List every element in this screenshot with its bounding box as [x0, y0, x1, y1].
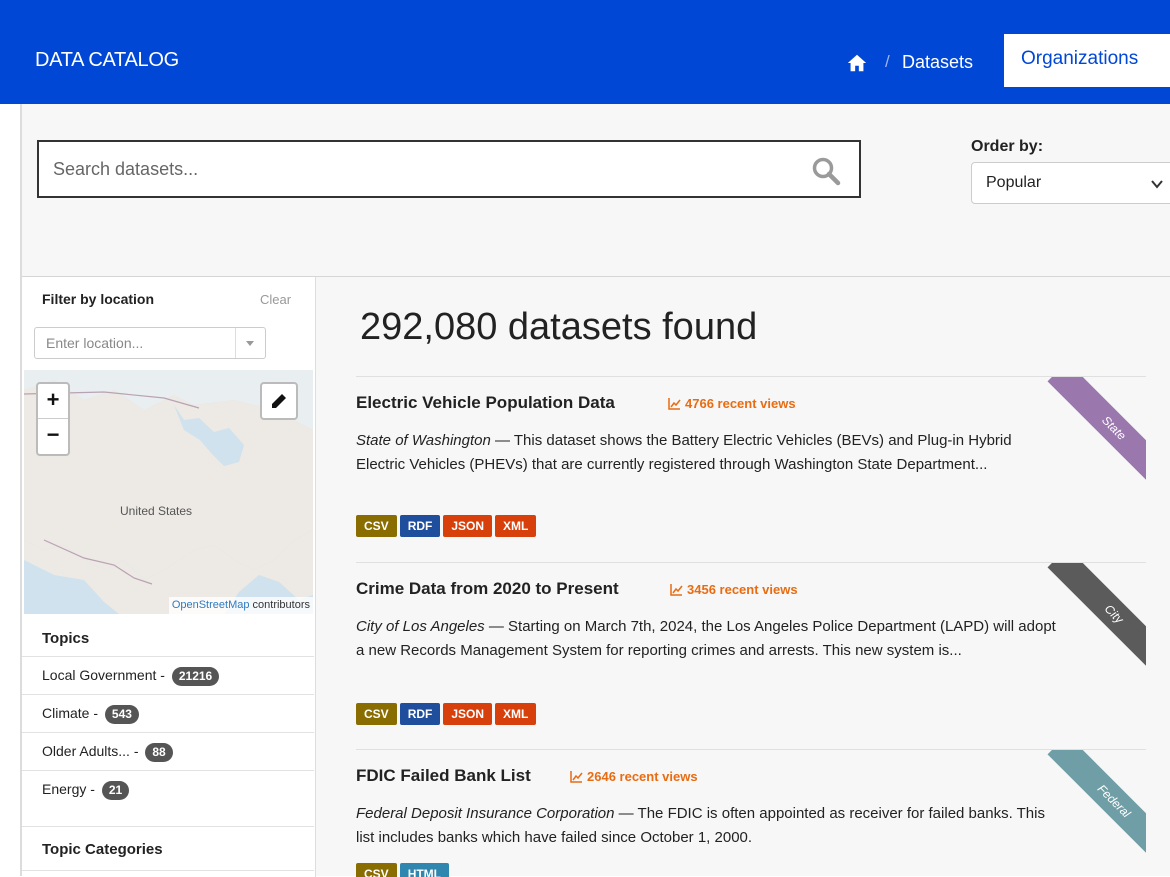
search-icon[interactable]	[811, 156, 841, 186]
topic-label: Local Government -	[42, 667, 169, 683]
dataset-organization[interactable]: State of Washington	[356, 432, 491, 449]
main-content: Search datasets... Order by: Popular Fil…	[20, 104, 1170, 877]
ribbon-label: City	[1047, 563, 1146, 681]
jurisdiction-ribbon: Federal	[1026, 750, 1146, 870]
tab-organizations-label: Organizations	[1021, 48, 1139, 69]
format-tags: CSV RDF JSON XML	[356, 515, 539, 537]
filter-location-heading: Filter by location	[42, 291, 155, 307]
jurisdiction-ribbon: State	[1026, 377, 1146, 497]
chevron-down-icon	[1151, 180, 1163, 189]
site-brand[interactable]: DATA CATALOG	[35, 49, 179, 72]
order-by-select[interactable]: Popular	[971, 162, 1170, 204]
topic-label: Older Adults... -	[42, 743, 143, 759]
dataset-card: Electric Vehicle Population Data 4766 re…	[356, 376, 1146, 563]
openstreetmap-link[interactable]: OpenStreetMap	[172, 599, 250, 611]
order-by-label: Order by:	[971, 138, 1044, 155]
format-tag-rdf[interactable]: RDF	[399, 703, 441, 725]
sidebar-divider	[22, 826, 314, 827]
trend-chart-icon	[668, 398, 681, 410]
dataset-title-link[interactable]: Electric Vehicle Population Data	[356, 393, 615, 413]
topic-categories-heading: Topic Categories	[42, 841, 163, 858]
format-tag-rdf[interactable]: RDF	[399, 515, 441, 537]
format-tag-csv[interactable]: CSV	[356, 515, 397, 537]
dataset-organization[interactable]: City of Los Angeles	[356, 618, 485, 635]
topic-label: Climate -	[42, 705, 102, 721]
pencil-icon	[272, 394, 286, 408]
dataset-title-link[interactable]: Crime Data from 2020 to Present	[356, 579, 619, 599]
topic-count-badge: 88	[145, 742, 173, 762]
breadcrumb-datasets[interactable]: Datasets	[902, 52, 973, 73]
clear-location-link[interactable]: Clear	[260, 292, 291, 307]
topic-item[interactable]: Energy - 21	[22, 770, 314, 808]
format-tag-html[interactable]: HTML	[399, 863, 450, 877]
format-tag-csv[interactable]: CSV	[356, 703, 397, 725]
dropdown-arrow-icon[interactable]	[235, 328, 265, 358]
map-zoom-control: + −	[36, 382, 70, 456]
location-map[interactable]: + − United States OpenStreetMap contribu…	[24, 370, 313, 614]
top-navbar: DATA CATALOG / Datasets Organizations	[0, 0, 1170, 104]
draw-area-button[interactable]	[260, 382, 298, 420]
map-attribution-text: contributors	[249, 599, 310, 611]
dataset-description: City of Los Angeles — Starting on March …	[356, 615, 1056, 663]
format-tags: CSV HTML	[356, 863, 452, 877]
map-attribution: OpenStreetMap contributors	[168, 597, 313, 614]
location-placeholder: Enter location...	[46, 335, 144, 351]
order-by-value: Popular	[986, 174, 1042, 191]
recent-views-text: 4766 recent views	[685, 396, 796, 411]
format-tag-csv[interactable]: CSV	[356, 863, 397, 877]
trend-chart-icon	[670, 584, 683, 596]
sidebar-divider	[22, 870, 314, 871]
dataset-organization[interactable]: Federal Deposit Insurance Corporation	[356, 805, 614, 822]
topic-list: Local Government - 21216 Climate - 543 O…	[22, 656, 314, 808]
search-box[interactable]: Search datasets...	[37, 140, 861, 198]
topic-count-badge: 21	[101, 780, 130, 800]
search-input[interactable]: Search datasets...	[53, 142, 198, 196]
results-count-heading: 292,080 datasets found	[360, 306, 758, 348]
recent-views-text: 3456 recent views	[687, 582, 798, 597]
format-tags: CSV RDF JSON XML	[356, 703, 539, 725]
dataset-title-link[interactable]: FDIC Failed Bank List	[356, 766, 531, 786]
topic-label: Energy -	[42, 781, 99, 797]
zoom-in-button[interactable]: +	[38, 384, 68, 419]
dataset-card: Crime Data from 2020 to Present 3456 rec…	[356, 562, 1146, 750]
topic-item[interactable]: Older Adults... - 88	[22, 732, 314, 770]
filter-sidebar: Filter by location Clear Enter location.…	[22, 277, 316, 877]
zoom-out-button[interactable]: −	[38, 419, 68, 453]
tab-organizations[interactable]: Organizations	[1004, 34, 1170, 87]
format-tag-xml[interactable]: XML	[495, 703, 537, 725]
jurisdiction-ribbon: City	[1026, 563, 1146, 683]
recent-views: 4766 recent views	[668, 396, 796, 411]
dataset-description: Federal Deposit Insurance Corporation — …	[356, 802, 1056, 850]
format-tag-xml[interactable]: XML	[495, 515, 537, 537]
topic-count-badge: 543	[104, 704, 139, 724]
map-country-label: United States	[120, 504, 193, 518]
breadcrumb-separator: /	[885, 52, 890, 71]
topic-count-badge: 21216	[171, 666, 220, 686]
ribbon-label: Federal	[1047, 750, 1146, 868]
format-tag-json[interactable]: JSON	[443, 515, 493, 537]
recent-views: 2646 recent views	[570, 769, 698, 784]
recent-views-text: 2646 recent views	[587, 769, 698, 784]
location-select[interactable]: Enter location...	[34, 327, 266, 359]
trend-chart-icon	[570, 771, 583, 783]
dataset-card: FDIC Failed Bank List 2646 recent views …	[356, 749, 1146, 877]
home-icon[interactable]	[846, 52, 868, 74]
topics-heading: Topics	[42, 630, 90, 647]
topic-item[interactable]: Climate - 543	[22, 694, 314, 732]
topic-item[interactable]: Local Government - 21216	[22, 656, 314, 694]
ribbon-label: State	[1047, 377, 1146, 495]
dataset-description: State of Washington — This dataset shows…	[356, 429, 1056, 477]
recent-views: 3456 recent views	[670, 582, 798, 597]
format-tag-json[interactable]: JSON	[443, 703, 493, 725]
